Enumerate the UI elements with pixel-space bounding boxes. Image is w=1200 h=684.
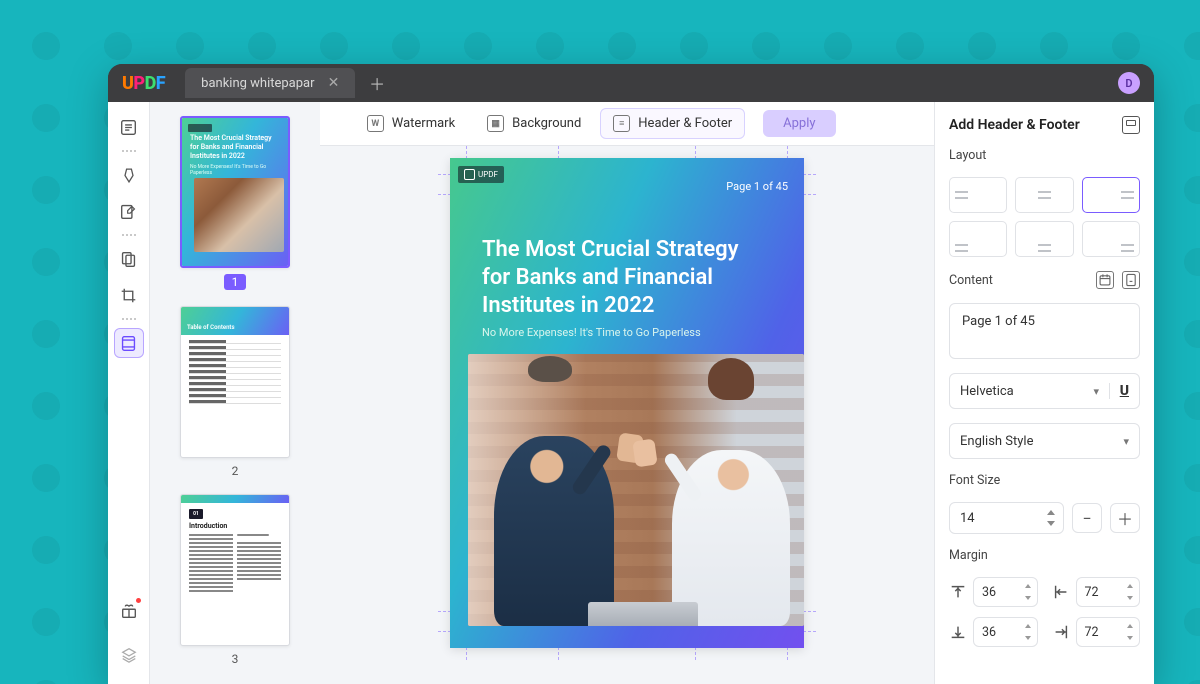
page-tools-icon[interactable] [114,328,144,358]
page-thumbnail-1[interactable]: The Most Crucial Strategy for Banks and … [180,116,290,268]
highlight-tool-icon[interactable] [114,160,144,190]
organize-tool-icon[interactable] [114,244,144,274]
brand-chip: UPDF [458,166,504,183]
app-body: The Most Crucial Strategy for Banks and … [108,102,1154,684]
margin-right-input[interactable]: 72 [1076,617,1141,647]
margin-label: Margin [949,548,1140,563]
app-window: UPDF banking whitepapar ✕ ＋ D [108,64,1154,684]
margin-left-icon [1052,583,1070,601]
reader-tool-icon[interactable] [114,112,144,142]
separator [122,150,136,152]
content-input[interactable]: Page 1 of 45 [949,303,1140,359]
background-button[interactable]: ▦ Background [474,108,594,139]
watermark-icon: W [367,115,384,132]
layout-option-top-right[interactable] [1082,177,1140,213]
save-template-icon[interactable] [1122,116,1140,134]
thumbnails-panel: The Most Crucial Strategy for Banks and … [150,102,320,684]
add-tab-button[interactable]: ＋ [365,71,389,95]
panel-title: Add Header & Footer [949,116,1140,134]
increase-font-button[interactable]: ＋ [1110,503,1140,533]
titlebar: UPDF banking whitepapar ✕ ＋ D [108,64,1154,102]
margin-bottom-input[interactable]: 36 [973,617,1038,647]
font-size-label: Font Size [949,473,1140,488]
content-label: Content [949,273,993,288]
gift-icon[interactable] [114,596,144,626]
margin-top-icon [949,583,967,601]
separator [122,234,136,236]
user-avatar[interactable]: D [1118,72,1140,94]
page-thumbnail-3[interactable]: 01 Introduction [180,494,290,646]
margin-top-input[interactable]: 36 [973,577,1038,607]
header-footer-button[interactable]: ≡ Header & Footer [600,108,745,139]
document-canvas[interactable]: UPDF Page 1 of 45 The Most Crucial Strat… [320,146,934,684]
properties-panel: Add Header & Footer Layout Content Page … [934,102,1154,684]
apply-button[interactable]: Apply [763,110,835,137]
thumbnail-number: 1 [224,274,247,290]
edit-text-tool-icon[interactable] [114,196,144,226]
layout-option-bottom-center[interactable] [1015,221,1073,257]
page-thumbnail-2[interactable]: Table of Contents [180,306,290,458]
page-tools-topbar: W Watermark ▦ Background ≡ Header & Foot… [320,102,934,146]
underline-toggle-icon[interactable]: U [1109,383,1129,399]
document-tab[interactable]: banking whitepapar ✕ [185,68,355,98]
background-icon: ▦ [487,115,504,132]
number-style-select[interactable]: English Style [949,423,1140,459]
font-family-select[interactable]: Helvetica U [949,373,1140,409]
notification-dot-icon [136,598,141,603]
watermark-button[interactable]: W Watermark [354,108,468,139]
layout-label: Layout [949,148,1140,163]
crop-tool-icon[interactable] [114,280,144,310]
document-title: The Most Crucial Strategy for Banks and … [482,236,772,320]
insert-page-number-icon[interactable] [1122,271,1140,289]
app-logo: UPDF [122,73,165,94]
layout-option-top-center[interactable] [1015,177,1073,213]
decrease-font-button[interactable]: − [1072,503,1102,533]
thumbnail-number: 3 [232,652,239,666]
margin-bottom-icon [949,623,967,641]
document-page: UPDF Page 1 of 45 The Most Crucial Strat… [450,158,804,648]
close-tab-icon[interactable]: ✕ [325,74,343,92]
margin-left-input[interactable]: 72 [1076,577,1141,607]
separator [122,318,136,320]
cover-photo [468,354,804,626]
insert-date-icon[interactable] [1096,271,1114,289]
layout-option-bottom-right[interactable] [1082,221,1140,257]
font-size-input[interactable]: 14 [949,502,1064,534]
layout-option-bottom-left[interactable] [949,221,1007,257]
thumbnail-number: 2 [232,464,239,478]
main-area: W Watermark ▦ Background ≡ Header & Foot… [320,102,934,684]
header-preview-text: Page 1 of 45 [726,180,788,193]
document-subtitle: No More Expenses! It's Time to Go Paperl… [482,326,701,339]
margin-right-icon [1052,623,1070,641]
tab-title: banking whitepapar [201,76,314,91]
layout-options [949,177,1140,257]
layers-icon[interactable] [114,640,144,670]
header-footer-icon: ≡ [613,115,630,132]
left-toolbar [108,102,150,684]
layout-option-top-left[interactable] [949,177,1007,213]
